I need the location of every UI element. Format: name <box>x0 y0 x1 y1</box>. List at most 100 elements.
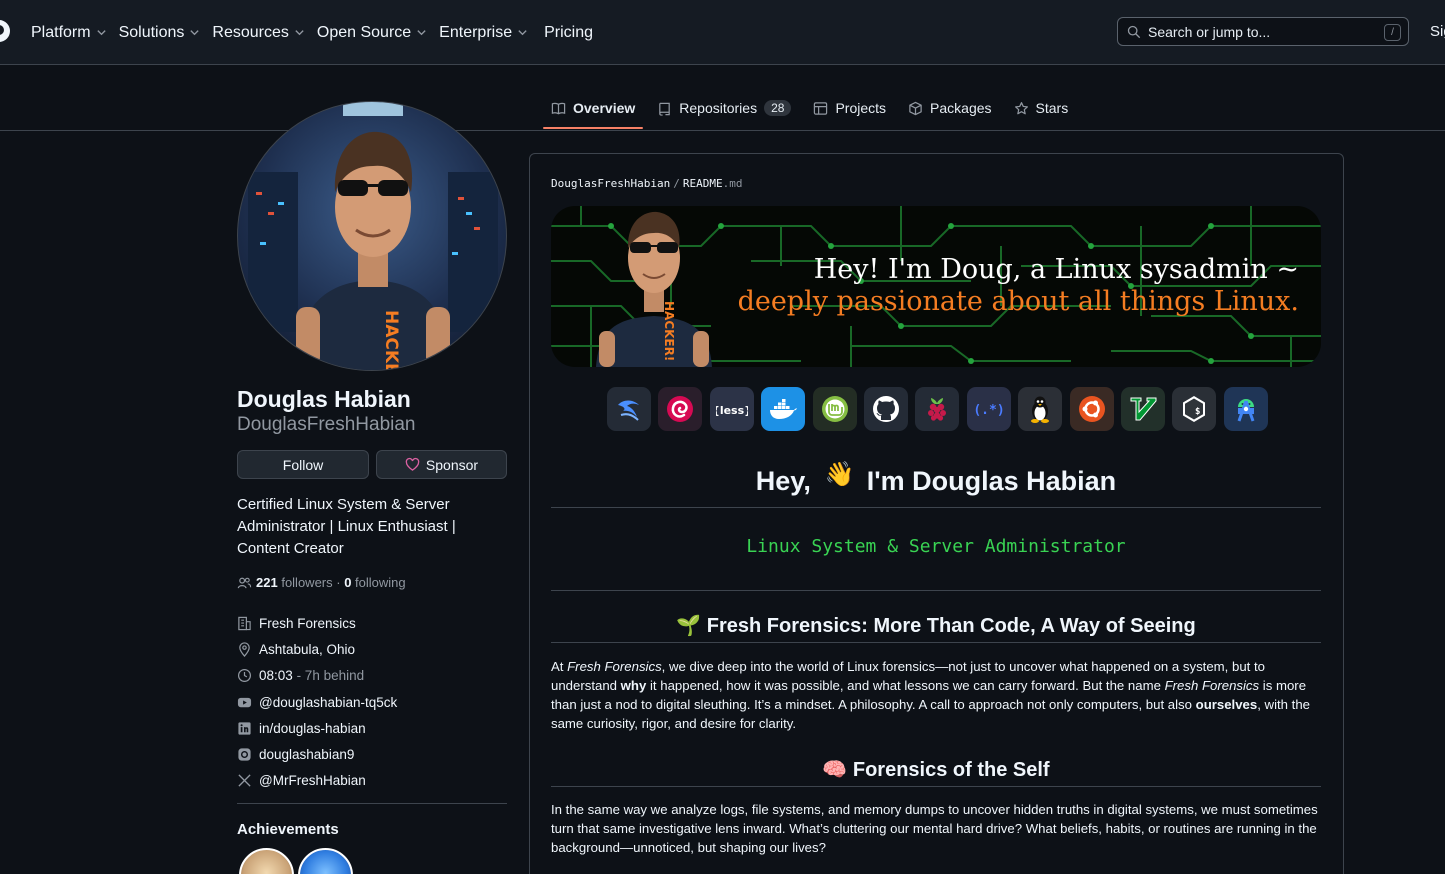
greeting-prefix: Hey, <box>755 466 811 496</box>
less-icon[interactable]: {less} <box>709 387 754 431</box>
readme-file-base: README <box>682 177 723 190</box>
waving-hand-emoji: 👋 <box>824 461 855 488</box>
tab-repositories[interactable]: Repositories 28 <box>649 91 799 125</box>
detail-location: Ashtabula, Ohio <box>237 636 507 662</box>
typing-svg-text: Linux System & Server Administrator <box>746 536 1126 557</box>
repo-icon <box>659 102 671 116</box>
readme-owner-link[interactable]: DouglasFreshHabian <box>551 177 670 190</box>
nav-label: Resources <box>212 23 289 41</box>
readme-file-link[interactable]: README.md <box>683 177 743 190</box>
followers-link[interactable]: 221 followers <box>256 575 333 590</box>
nav-pricing[interactable]: Pricing <box>544 24 593 42</box>
readme-file-ext: .md <box>722 177 743 190</box>
bash-icon[interactable]: $ <box>1172 387 1217 431</box>
banner-headline: Hey! I'm Doug, a Linux sysadmin ~ <box>813 254 1299 285</box>
x-logo-icon <box>238 774 251 788</box>
tab-label: Packages <box>930 100 992 116</box>
docker-icon[interactable] <box>761 387 806 431</box>
linux-mint-icon[interactable] <box>812 387 857 431</box>
detail-x[interactable]: @MrFreshHabian <box>237 768 507 794</box>
youtube-link[interactable]: @douglashabian-tq5ck <box>259 695 397 710</box>
youtube-icon <box>237 697 252 707</box>
sign-in-link[interactable]: Sign in <box>1430 23 1445 40</box>
chevron-down-icon <box>518 30 527 36</box>
sponsor-button[interactable]: Sponsor <box>376 450 507 479</box>
detail-linkedin[interactable]: in/douglas-habian <box>237 715 507 741</box>
search-shortcut-key: / <box>1384 24 1401 41</box>
fresh-forensics-paragraph: At Fresh Forensics, we dive deep into th… <box>551 657 1321 733</box>
regex-icon[interactable]: (.*) <box>966 387 1011 431</box>
banner-subheadline: deeply passionate about all things Linux… <box>737 286 1299 317</box>
profile-tabs-bar: Overview Repositories 28 Projects Packag… <box>0 65 1445 131</box>
company-text: Fresh Forensics <box>259 615 356 631</box>
following-label: following <box>355 575 406 590</box>
github-icon[interactable] <box>863 387 908 431</box>
regex-icon-text: (.*) <box>973 403 1004 418</box>
follow-button[interactable]: Follow <box>237 450 369 479</box>
local-time-text: 08:03 <box>259 668 293 684</box>
detail-instagram[interactable]: douglashabian9 <box>237 741 507 767</box>
nav-label: Platform <box>31 23 91 41</box>
less-icon-text: {less} <box>716 404 748 417</box>
text-run: it happened, how it was possible, and wh… <box>646 678 1165 693</box>
raspberry-pi-icon[interactable] <box>915 387 960 431</box>
detail-organization: Fresh Forensics <box>237 610 507 636</box>
people-icon <box>237 577 252 589</box>
sidebar-divider <box>237 803 507 804</box>
achievement-badge[interactable] <box>298 848 353 874</box>
detail-youtube[interactable]: @douglashabian-tq5ck <box>237 689 507 715</box>
ubuntu-icon[interactable] <box>1069 387 1114 431</box>
avatar[interactable]: HACKER! <box>237 101 507 371</box>
avatar-illustration: HACKER! <box>248 102 498 370</box>
profile-username: DouglasFreshHabian <box>237 414 416 435</box>
achievement-badge[interactable] <box>239 848 294 874</box>
instagram-link[interactable]: douglashabian9 <box>259 747 354 762</box>
nav-open-source[interactable]: Open Source <box>317 24 427 42</box>
forensics-of-self-paragraph: In the same way we analyze logs, file sy… <box>551 802 1318 855</box>
location-text: Ashtabula, Ohio <box>259 641 356 657</box>
followers-label: followers <box>281 575 333 590</box>
readme-path: DouglasFreshHabian / README.md <box>551 177 742 190</box>
tab-label: Stars <box>1035 100 1069 116</box>
linkedin-icon <box>238 722 251 735</box>
tech-icons-row: {less} (.*) $ <box>607 387 1275 431</box>
nav-resources[interactable]: Resources <box>212 24 304 42</box>
tab-label: Overview <box>573 100 636 116</box>
debian-icon[interactable] <box>658 387 703 431</box>
tab-label: Repositories <box>679 100 758 116</box>
repositories-count-badge: 28 <box>764 100 792 116</box>
kali-linux-icon[interactable] <box>607 387 651 431</box>
time-offset-text: - 7h behind <box>296 668 365 684</box>
profile-bio: Certified Linux System & Server Administ… <box>237 496 456 557</box>
x-link[interactable]: @MrFreshHabian <box>259 773 366 788</box>
nav-enterprise[interactable]: Enterprise <box>439 24 528 42</box>
search-placeholder: Search or jump to... <box>1148 23 1271 40</box>
bold-text: ourselves <box>1195 697 1258 712</box>
linux-tux-icon[interactable] <box>1018 387 1063 431</box>
profile-name: Douglas Habian <box>237 386 411 412</box>
android-studio-icon[interactable] <box>1223 387 1268 431</box>
following-link[interactable]: 0 following <box>344 575 405 590</box>
location-icon <box>239 642 250 657</box>
tab-packages[interactable]: Packages <box>900 91 999 125</box>
heart-icon <box>405 457 420 471</box>
tab-overview[interactable]: Overview <box>543 91 644 129</box>
package-icon <box>909 101 922 115</box>
heading-underline <box>551 642 1321 643</box>
linkedin-link[interactable]: in/douglas-habian <box>259 721 366 736</box>
svg-text:$: $ <box>1195 407 1200 417</box>
nav-label: Solutions <box>118 23 185 41</box>
tab-stars[interactable]: Stars <box>1006 91 1077 125</box>
vim-icon[interactable] <box>1120 387 1165 431</box>
tab-label: Projects <box>835 100 887 116</box>
nav-solutions[interactable]: Solutions <box>119 24 201 42</box>
nav-label: Open Source <box>316 23 412 41</box>
search-input[interactable]: Search or jump to... / <box>1117 17 1409 46</box>
nav-platform[interactable]: Platform <box>31 24 107 42</box>
section-divider <box>551 590 1321 591</box>
dot-separator: · <box>332 575 345 590</box>
chevron-down-icon <box>190 30 200 36</box>
tab-projects[interactable]: Projects <box>805 91 894 125</box>
seedling-emoji: 🌱 <box>676 615 702 637</box>
github-logo-icon[interactable] <box>0 20 10 42</box>
